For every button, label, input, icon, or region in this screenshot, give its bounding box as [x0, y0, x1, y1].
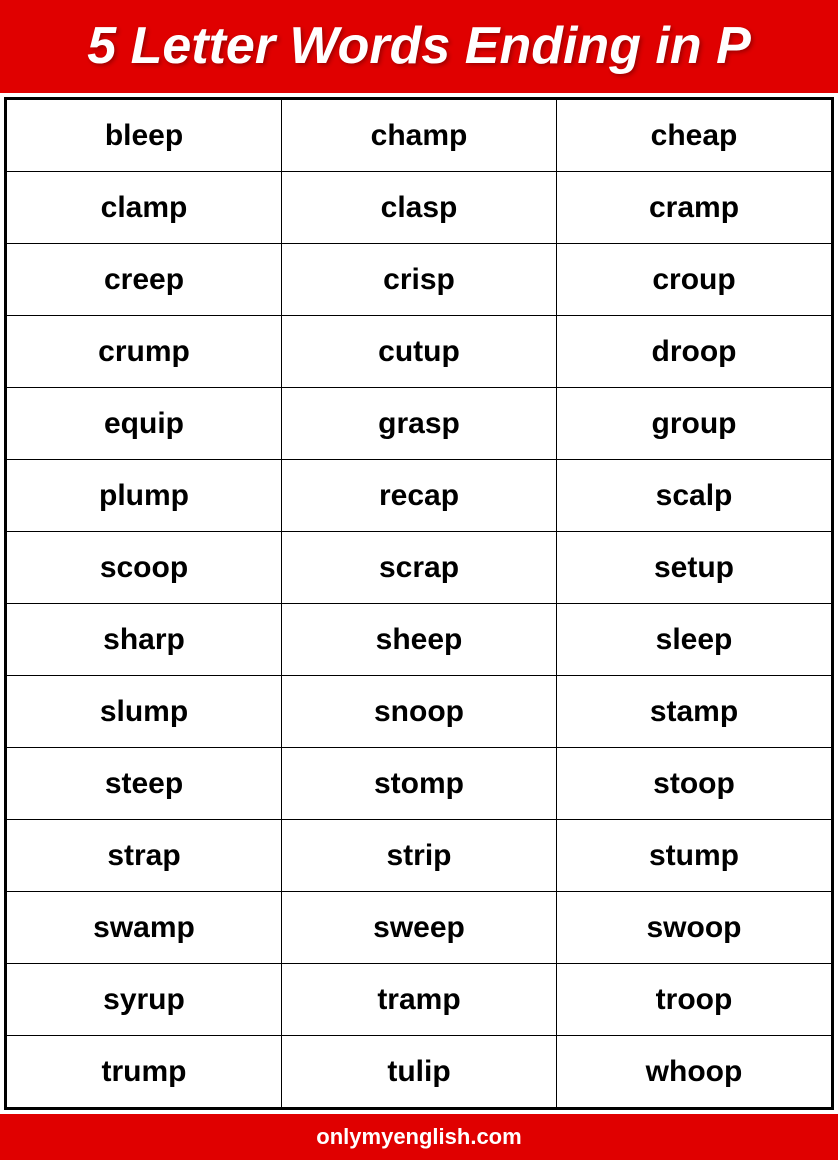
word-cell-7-0: sharp [7, 604, 282, 676]
word-cell-11-2: swoop [557, 892, 832, 964]
word-cell-8-2: stamp [557, 676, 832, 748]
table-row: sharpsheepsleep [7, 604, 832, 676]
page-footer: onlymyenglish.com [0, 1114, 838, 1160]
word-cell-6-2: setup [557, 532, 832, 604]
page-header: 5 Letter Words Ending in P [0, 0, 838, 93]
table-row: crumpcutupdroop [7, 316, 832, 388]
word-cell-9-1: stomp [282, 748, 557, 820]
word-cell-2-0: creep [7, 244, 282, 316]
table-row: trumptulipwhoop [7, 1036, 832, 1108]
table-row: clampclaspcramp [7, 172, 832, 244]
table-row: equipgraspgroup [7, 388, 832, 460]
table-row: strapstripstump [7, 820, 832, 892]
word-cell-10-2: stump [557, 820, 832, 892]
word-cell-0-0: bleep [7, 100, 282, 172]
word-cell-3-2: droop [557, 316, 832, 388]
word-cell-4-1: grasp [282, 388, 557, 460]
table-row: bleepchampcheap [7, 100, 832, 172]
word-cell-10-0: strap [7, 820, 282, 892]
word-cell-12-2: troop [557, 964, 832, 1036]
word-cell-2-2: croup [557, 244, 832, 316]
words-table: bleepchampcheapclampclaspcrampcreepcrisp… [6, 99, 832, 1108]
word-cell-0-2: cheap [557, 100, 832, 172]
word-cell-3-1: cutup [282, 316, 557, 388]
word-cell-13-1: tulip [282, 1036, 557, 1108]
footer-url: onlymyenglish.com [316, 1124, 521, 1149]
word-cell-4-0: equip [7, 388, 282, 460]
word-cell-7-1: sheep [282, 604, 557, 676]
words-table-container: bleepchampcheapclampclaspcrampcreepcrisp… [4, 97, 834, 1110]
word-cell-9-2: stoop [557, 748, 832, 820]
table-row: syruptramptroop [7, 964, 832, 1036]
word-cell-3-0: crump [7, 316, 282, 388]
word-cell-2-1: crisp [282, 244, 557, 316]
word-cell-8-1: snoop [282, 676, 557, 748]
word-cell-1-1: clasp [282, 172, 557, 244]
table-row: steepstompstoop [7, 748, 832, 820]
word-cell-5-0: plump [7, 460, 282, 532]
word-cell-13-2: whoop [557, 1036, 832, 1108]
word-cell-6-1: scrap [282, 532, 557, 604]
word-cell-4-2: group [557, 388, 832, 460]
word-cell-10-1: strip [282, 820, 557, 892]
word-cell-9-0: steep [7, 748, 282, 820]
table-row: swampsweepswoop [7, 892, 832, 964]
word-cell-7-2: sleep [557, 604, 832, 676]
word-cell-8-0: slump [7, 676, 282, 748]
table-row: creepcrispcroup [7, 244, 832, 316]
word-cell-5-2: scalp [557, 460, 832, 532]
word-cell-1-2: cramp [557, 172, 832, 244]
word-cell-11-0: swamp [7, 892, 282, 964]
word-cell-13-0: trump [7, 1036, 282, 1108]
table-row: scoopscrapsetup [7, 532, 832, 604]
table-row: plumprecapscalp [7, 460, 832, 532]
page-title: 5 Letter Words Ending in P [20, 18, 818, 75]
word-cell-11-1: sweep [282, 892, 557, 964]
word-cell-0-1: champ [282, 100, 557, 172]
word-cell-1-0: clamp [7, 172, 282, 244]
word-cell-12-1: tramp [282, 964, 557, 1036]
word-cell-12-0: syrup [7, 964, 282, 1036]
word-cell-6-0: scoop [7, 532, 282, 604]
word-cell-5-1: recap [282, 460, 557, 532]
table-row: slumpsnoopstamp [7, 676, 832, 748]
